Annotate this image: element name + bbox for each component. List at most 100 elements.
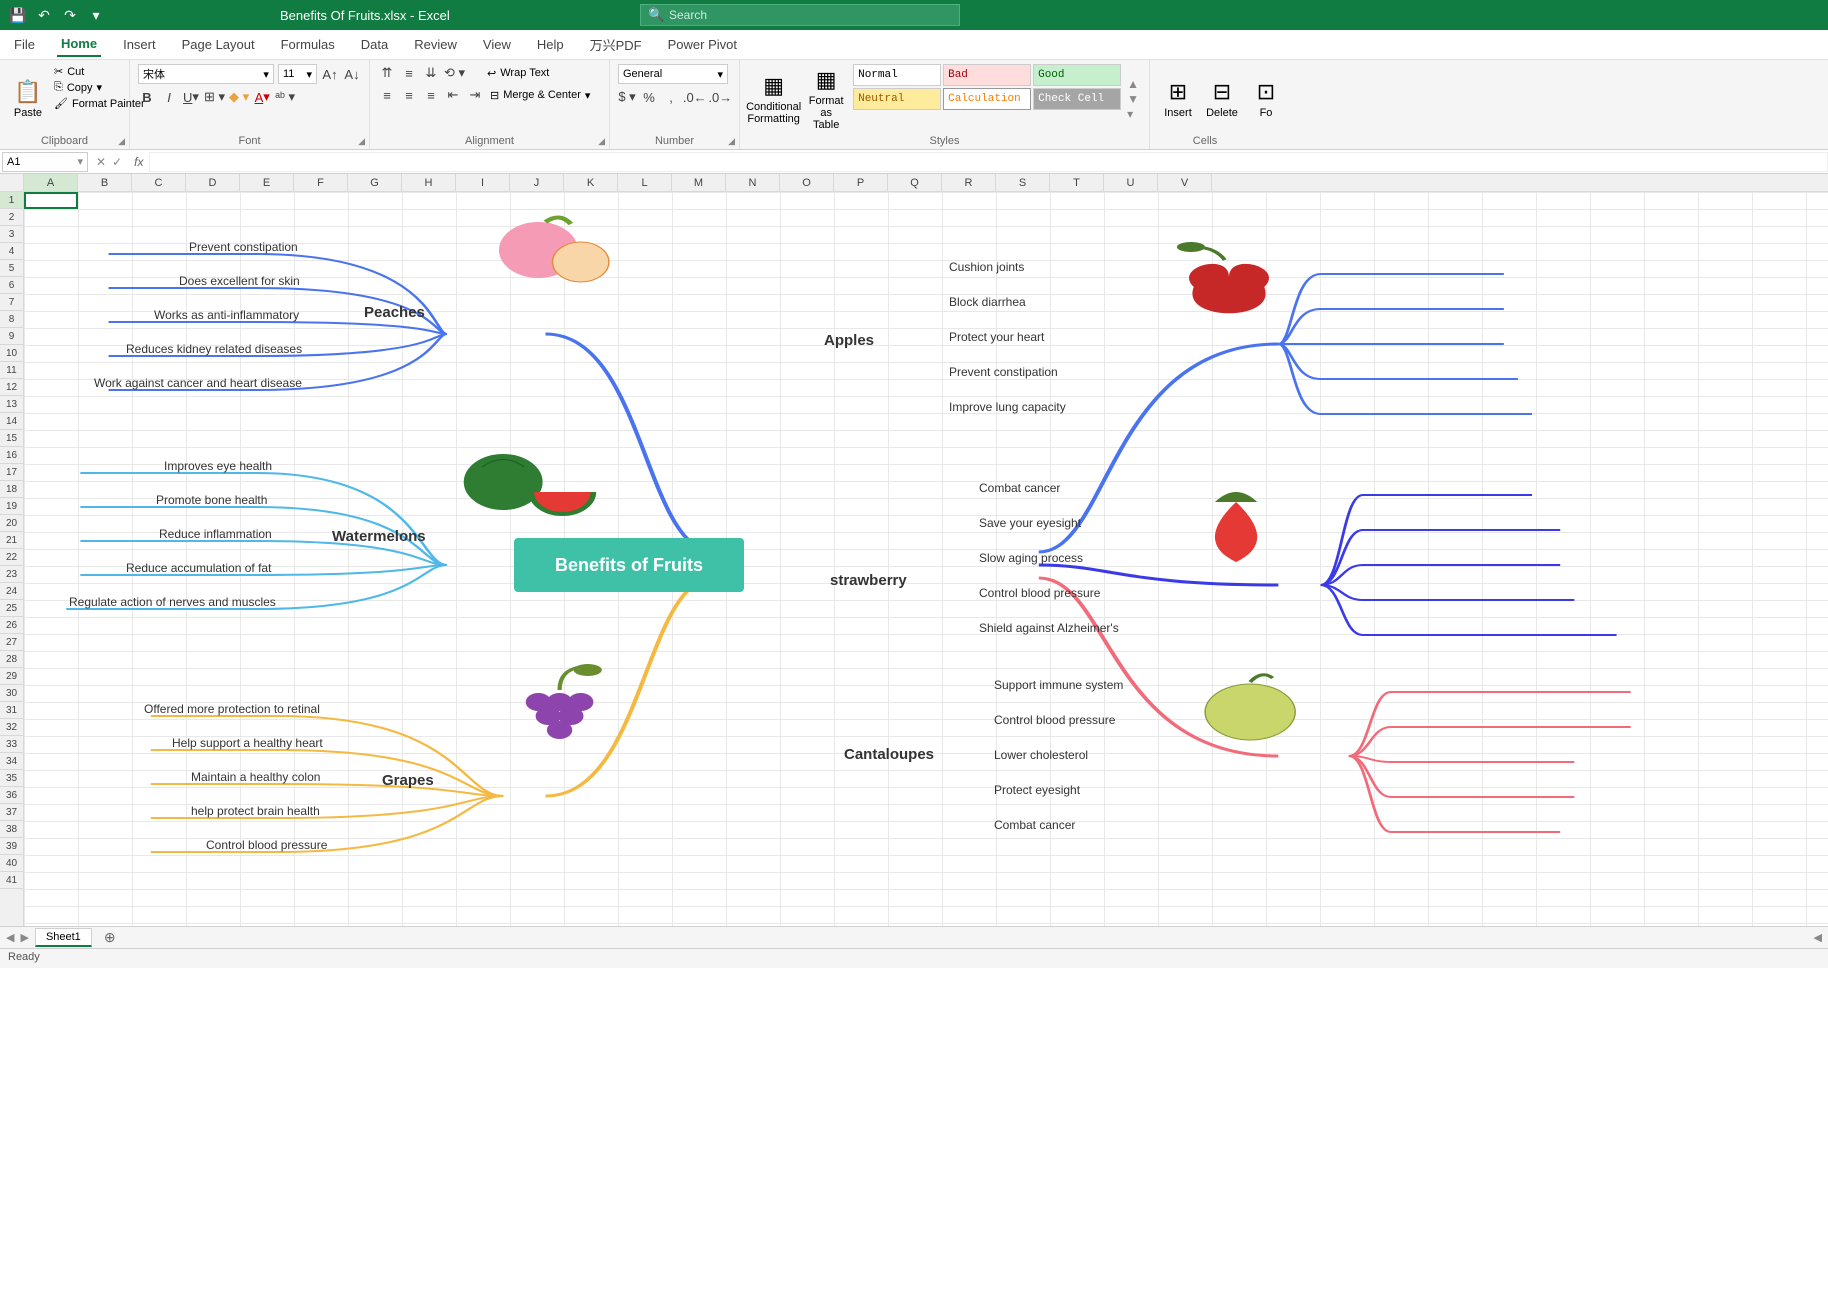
col-header[interactable]: J bbox=[510, 174, 564, 191]
paste-button[interactable]: 📋 Paste bbox=[8, 64, 48, 133]
node-watermelons[interactable]: Watermelons bbox=[332, 528, 426, 545]
leaf[interactable]: Work against cancer and heart disease bbox=[94, 376, 302, 390]
row-header[interactable]: 8 bbox=[0, 311, 23, 328]
col-header[interactable]: K bbox=[564, 174, 618, 191]
col-header[interactable]: I bbox=[456, 174, 510, 191]
tab-page-layout[interactable]: Page Layout bbox=[178, 33, 259, 56]
row-header[interactable]: 35 bbox=[0, 770, 23, 787]
row-header[interactable]: 6 bbox=[0, 277, 23, 294]
tab-home[interactable]: Home bbox=[57, 32, 101, 57]
node-grapes[interactable]: Grapes bbox=[382, 772, 434, 789]
row-header[interactable]: 39 bbox=[0, 838, 23, 855]
increase-font-button[interactable]: A↑ bbox=[321, 65, 339, 83]
col-header[interactable]: U bbox=[1104, 174, 1158, 191]
decrease-indent-button[interactable]: ⇤ bbox=[444, 86, 462, 104]
leaf[interactable]: Reduce inflammation bbox=[159, 527, 272, 541]
align-right-button[interactable]: ≡ bbox=[422, 86, 440, 104]
leaf[interactable]: Protect eyesight bbox=[994, 783, 1080, 797]
col-header[interactable]: C bbox=[132, 174, 186, 191]
style-check-cell[interactable]: Check Cell bbox=[1033, 88, 1121, 110]
wrap-text-button[interactable]: ↩Wrap Text bbox=[485, 66, 551, 81]
sheet-nav-prev-icon[interactable]: ◀ bbox=[6, 931, 14, 944]
align-center-button[interactable]: ≡ bbox=[400, 86, 418, 104]
leaf[interactable]: help protect brain health bbox=[191, 804, 320, 818]
tab-help[interactable]: Help bbox=[533, 33, 568, 56]
tab-file[interactable]: File bbox=[10, 33, 39, 56]
col-header[interactable]: N bbox=[726, 174, 780, 191]
delete-cells-button[interactable]: ⊟Delete bbox=[1202, 64, 1242, 133]
row-header[interactable]: 15 bbox=[0, 430, 23, 447]
col-header[interactable]: M bbox=[672, 174, 726, 191]
bold-button[interactable]: B bbox=[138, 88, 156, 106]
leaf[interactable]: Does excellent for skin bbox=[179, 274, 300, 288]
row-header[interactable]: 10 bbox=[0, 345, 23, 362]
qat-customize-icon[interactable]: ▾ bbox=[86, 5, 106, 25]
style-normal[interactable]: Normal bbox=[853, 64, 941, 86]
row-header[interactable]: 38 bbox=[0, 821, 23, 838]
tab-data[interactable]: Data bbox=[357, 33, 392, 56]
style-good[interactable]: Good bbox=[1033, 64, 1121, 86]
tab-wanxing-pdf[interactable]: 万兴PDF bbox=[586, 31, 646, 58]
row-header[interactable]: 14 bbox=[0, 413, 23, 430]
row-header[interactable]: 5 bbox=[0, 260, 23, 277]
save-icon[interactable]: 💾 bbox=[8, 5, 28, 25]
row-header[interactable]: 18 bbox=[0, 481, 23, 498]
node-apples[interactable]: Apples bbox=[824, 332, 874, 349]
font-color-button[interactable]: A ▾ bbox=[253, 88, 271, 106]
number-launcher-icon[interactable]: ◢ bbox=[728, 136, 735, 147]
leaf[interactable]: Cushion joints bbox=[949, 260, 1024, 274]
row-header[interactable]: 24 bbox=[0, 583, 23, 600]
font-launcher-icon[interactable]: ◢ bbox=[358, 136, 365, 147]
node-peaches[interactable]: Peaches bbox=[364, 304, 425, 321]
tab-insert[interactable]: Insert bbox=[119, 33, 160, 56]
tab-review[interactable]: Review bbox=[410, 33, 461, 56]
merge-center-button[interactable]: ⊟Merge & Center ▾ bbox=[488, 88, 592, 103]
align-middle-button[interactable]: ≡ bbox=[400, 64, 418, 82]
row-header[interactable]: 31 bbox=[0, 702, 23, 719]
leaf[interactable]: Combat cancer bbox=[994, 818, 1075, 832]
row-header[interactable]: 16 bbox=[0, 447, 23, 464]
leaf[interactable]: Offered more protection to retinal bbox=[144, 702, 320, 716]
row-header[interactable]: 1 bbox=[0, 192, 23, 209]
col-header[interactable]: S bbox=[996, 174, 1050, 191]
style-calculation[interactable]: Calculation bbox=[943, 88, 1031, 110]
row-header[interactable]: 11 bbox=[0, 362, 23, 379]
leaf[interactable]: Protect your heart bbox=[949, 330, 1044, 344]
col-header[interactable]: T bbox=[1050, 174, 1104, 191]
leaf[interactable]: Regulate action of nerves and muscles bbox=[69, 595, 276, 609]
node-strawberry[interactable]: strawberry bbox=[830, 572, 907, 589]
style-bad[interactable]: Bad bbox=[943, 64, 1031, 86]
percent-button[interactable]: % bbox=[640, 88, 658, 106]
insert-cells-button[interactable]: ⊞Insert bbox=[1158, 64, 1198, 133]
row-header[interactable]: 34 bbox=[0, 753, 23, 770]
row-header[interactable]: 30 bbox=[0, 685, 23, 702]
add-sheet-button[interactable]: ⊕ bbox=[98, 929, 122, 946]
col-header[interactable]: F bbox=[294, 174, 348, 191]
style-expand-icon[interactable]: ▾ bbox=[1127, 107, 1139, 121]
fx-icon[interactable]: fx bbox=[128, 155, 149, 169]
leaf[interactable]: Prevent constipation bbox=[189, 240, 298, 254]
align-bottom-button[interactable]: ⇊ bbox=[422, 64, 440, 82]
leaf[interactable]: Works as anti-inflammatory bbox=[154, 308, 299, 322]
row-header[interactable]: 29 bbox=[0, 668, 23, 685]
decrease-font-button[interactable]: A↓ bbox=[343, 65, 361, 83]
sheet-tab-active[interactable]: Sheet1 bbox=[35, 928, 92, 947]
currency-button[interactable]: $ ▾ bbox=[618, 88, 636, 106]
style-scroll-down-icon[interactable]: ▼ bbox=[1127, 92, 1139, 106]
leaf[interactable]: Block diarrhea bbox=[949, 295, 1026, 309]
row-header[interactable]: 33 bbox=[0, 736, 23, 753]
orientation-button[interactable]: ⟲ ▾ bbox=[444, 64, 465, 82]
increase-indent-button[interactable]: ⇥ bbox=[466, 86, 484, 104]
format-cells-button[interactable]: ⊡Fo bbox=[1246, 64, 1286, 133]
row-header[interactable]: 41 bbox=[0, 872, 23, 889]
row-header[interactable]: 37 bbox=[0, 804, 23, 821]
row-header[interactable]: 28 bbox=[0, 651, 23, 668]
leaf[interactable]: Save your eyesight bbox=[979, 516, 1081, 530]
font-size-combo[interactable]: 11▾ bbox=[278, 64, 317, 84]
tab-power-pivot[interactable]: Power Pivot bbox=[664, 33, 741, 56]
row-header[interactable]: 19 bbox=[0, 498, 23, 515]
row-header[interactable]: 12 bbox=[0, 379, 23, 396]
mindmap-center[interactable]: Benefits of Fruits bbox=[514, 538, 744, 592]
row-header[interactable]: 25 bbox=[0, 600, 23, 617]
leaf[interactable]: Maintain a healthy colon bbox=[191, 770, 320, 784]
